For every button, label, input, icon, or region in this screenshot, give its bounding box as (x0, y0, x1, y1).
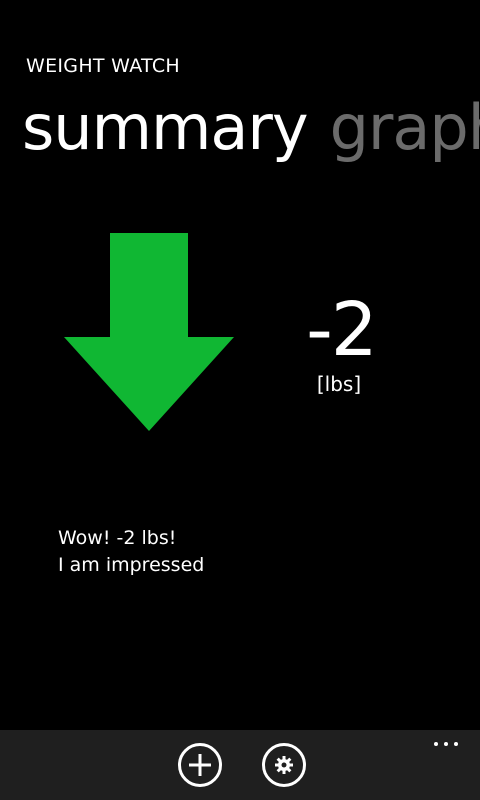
settings-button[interactable] (262, 743, 306, 787)
more-options-ellipsis-icon[interactable] (432, 736, 462, 750)
screen: WEIGHT WATCH summary graph -2 [lbs] Wow! … (0, 0, 480, 800)
tab-graph[interactable]: graph (330, 88, 480, 168)
message-line-2: I am impressed (58, 554, 205, 576)
summary-message: Wow! -2 lbs! I am impressed (58, 525, 204, 579)
app-bar (0, 730, 480, 800)
gear-icon (275, 756, 293, 774)
app-title: WEIGHT WATCH (26, 55, 180, 77)
pivot-header: summary graph (22, 88, 480, 168)
weight-delta-unit: [lbs] (316, 372, 362, 396)
plus-icon (189, 754, 211, 776)
add-button[interactable] (178, 743, 222, 787)
down-arrow-shape (64, 233, 234, 431)
message-line-1: Wow! -2 lbs! (58, 527, 177, 549)
tab-summary[interactable]: summary (22, 88, 309, 168)
weight-delta-value: -2 (306, 287, 378, 373)
down-arrow-icon (64, 233, 234, 431)
